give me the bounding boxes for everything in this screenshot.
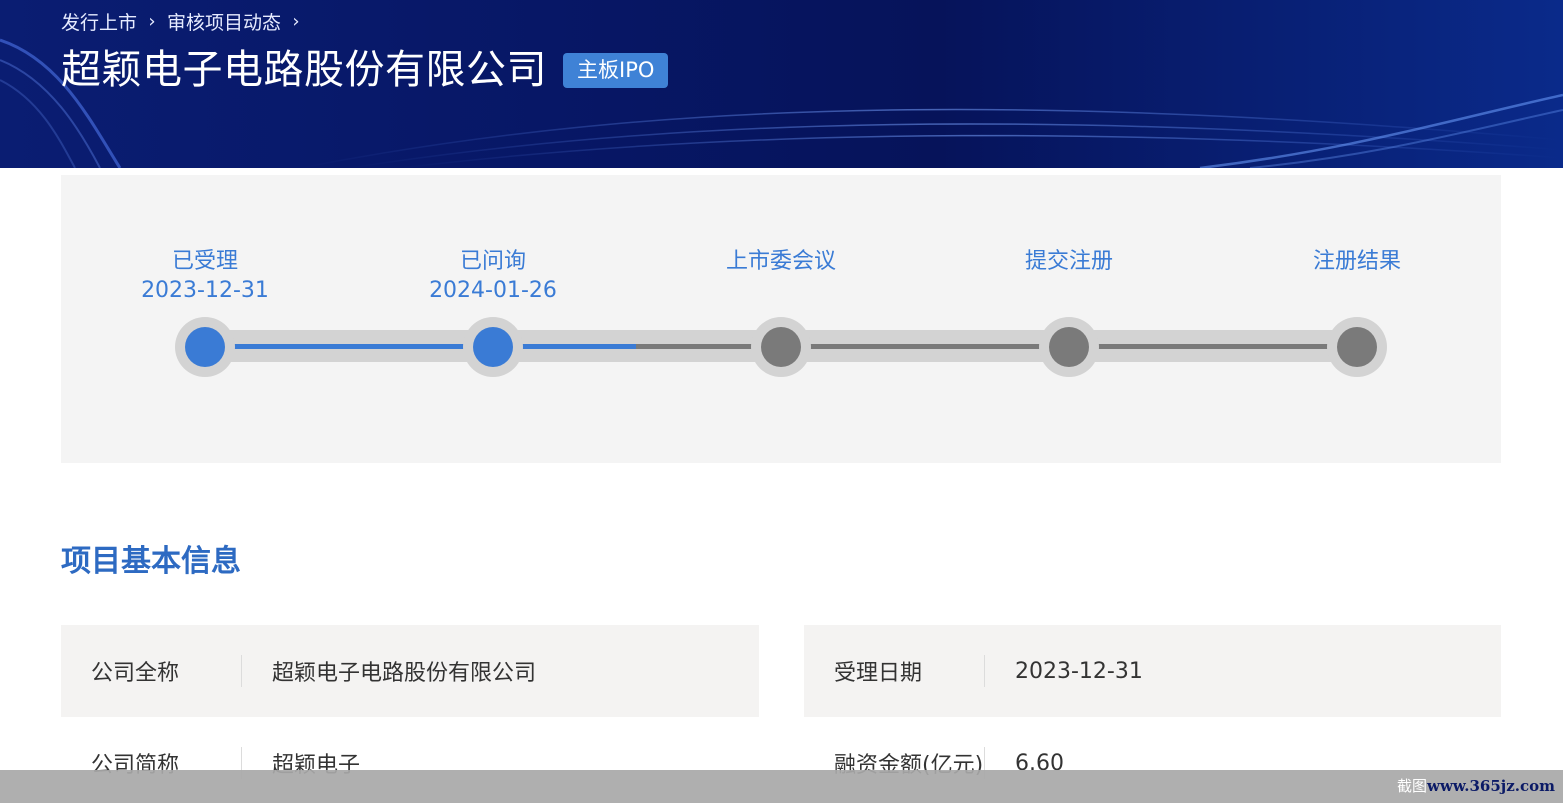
step-accepted: 已受理 2023-12-31 [95,248,315,306]
progress-line-completed [206,344,636,349]
watermark: 截图www.365jz.com [1397,776,1555,796]
step-date: 2023-12-31 [141,278,269,303]
step-dot [1337,327,1377,367]
watermark-prefix: 截图 [1397,777,1428,795]
page-title: 超颖电子电路股份有限公司 [61,47,547,93]
step-label: 提交注册 [1024,249,1113,274]
step-label: 已问询 [459,249,526,274]
step-inquired: 已问询 2024-01-26 [383,248,603,306]
step-dot [473,327,513,367]
step-node-listing-committee [751,317,811,377]
info-value: 超颖电子电路股份有限公司 [272,661,537,686]
step-dot [1049,327,1089,367]
breadcrumb-item-review-dynamics[interactable]: 审核项目动态 [167,8,281,35]
chevron-right-icon: › [148,10,156,32]
title-row: 超颖电子电路股份有限公司 主板IPO [61,43,669,97]
step-label: 注册结果 [1312,249,1401,274]
step-dot [761,327,801,367]
progress-panel: 已受理 2023-12-31 已问询 2024-01-26 上市委会议 提交注册… [61,175,1501,463]
step-submit-registration: 提交注册 [959,248,1179,276]
step-registration-result: 注册结果 [1247,248,1467,276]
step-node-accepted [175,317,235,377]
progress-line-pending [636,344,1356,349]
board-badge: 主板IPO [563,52,669,88]
section-title: 项目基本信息 [61,544,241,579]
info-accept-date: 受理日期 2023-12-31 [804,625,1501,717]
info-label: 公司全称 [91,661,180,686]
breadcrumb: 发行上市 › 审核项目动态 › [61,8,311,34]
step-node-inquired [463,317,523,377]
step-label: 上市委会议 [725,249,836,274]
watermark-site: www.365jz.com [1427,777,1555,795]
step-node-registration-result [1327,317,1387,377]
chevron-right-icon: › [292,10,300,32]
breadcrumb-item-ipo[interactable]: 发行上市 [61,8,137,35]
step-label: 已受理 [171,249,238,274]
step-dot [185,327,225,367]
info-label: 受理日期 [834,661,923,686]
info-value: 2023-12-31 [1015,658,1143,684]
step-node-submit-registration [1039,317,1099,377]
header-banner: 发行上市 › 审核项目动态 › 超颖电子电路股份有限公司 主板IPO [0,0,1563,168]
step-listing-committee: 上市委会议 [671,248,891,276]
step-date: 2024-01-26 [429,278,557,303]
info-company-full-name: 公司全称 超颖电子电路股份有限公司 [61,625,759,717]
footer-overlay-bar: 截图www.365jz.com [0,770,1563,803]
